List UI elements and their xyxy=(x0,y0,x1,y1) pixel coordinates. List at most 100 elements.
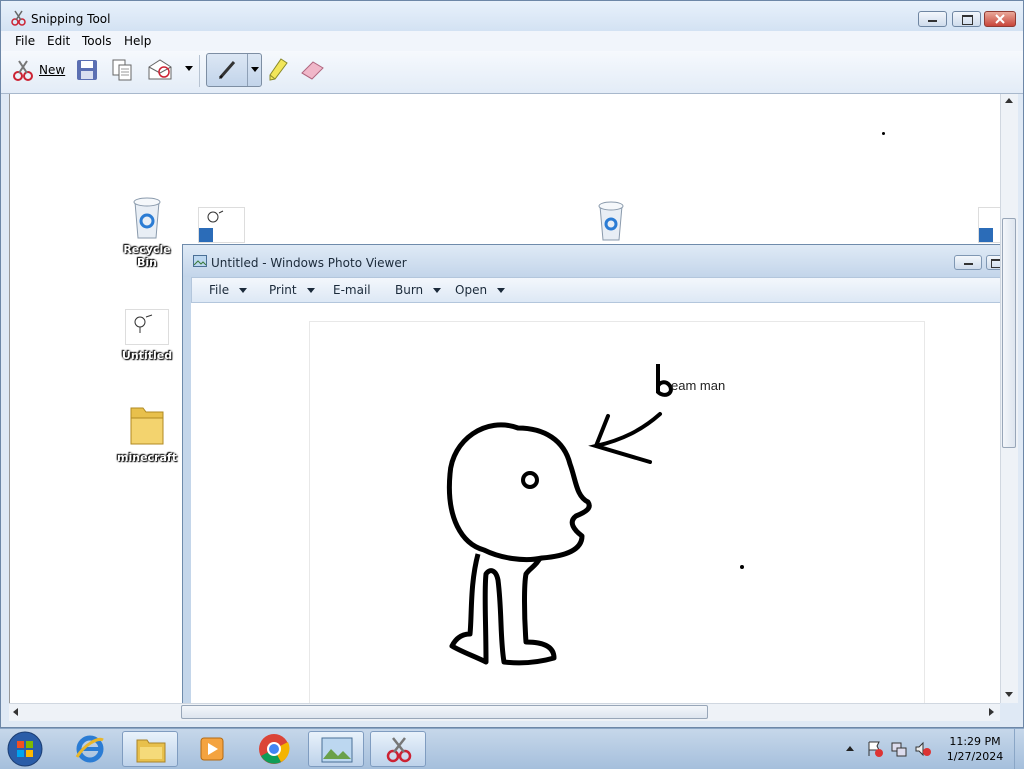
taskbar-internet-explorer[interactable] xyxy=(62,731,118,767)
send-snip-icon[interactable] xyxy=(147,58,173,82)
new-snip-button[interactable]: New xyxy=(11,57,67,83)
pen-dropdown-icon[interactable] xyxy=(251,67,259,72)
photo-viewer-body: eam man xyxy=(191,303,1001,703)
taskbar-media-player[interactable] xyxy=(184,731,240,767)
minimize-icon xyxy=(964,263,973,265)
highlighter-icon[interactable] xyxy=(267,57,289,83)
menu-edit[interactable]: Edit xyxy=(47,34,70,48)
photo-image[interactable]: eam man xyxy=(309,321,925,703)
desktop-icon-untitled[interactable]: Untitled xyxy=(112,309,182,362)
photo-viewer-minimize-button[interactable] xyxy=(954,255,982,270)
minimize-button[interactable] xyxy=(918,11,947,27)
toolbar: New xyxy=(1,51,1023,94)
pv-menu-burn[interactable]: Burn xyxy=(395,283,442,297)
action-center-icon[interactable] xyxy=(866,740,884,758)
window-title: Snipping Tool xyxy=(31,12,111,26)
folder-icon xyxy=(130,407,164,445)
maximize-icon xyxy=(962,15,973,25)
taskbar-photo-viewer[interactable] xyxy=(308,731,364,767)
scroll-up-icon[interactable] xyxy=(1005,98,1013,103)
toolbar-divider xyxy=(199,55,200,87)
taskbar: 11:29 PM 1/27/2024 xyxy=(0,728,1024,769)
desktop-icon-label: minecraft xyxy=(117,451,177,464)
untitled-thumbnail xyxy=(125,309,169,345)
desktop-icon-minecraft[interactable]: minecraft xyxy=(112,404,182,464)
chevron-down-icon xyxy=(306,288,315,293)
taskbar-chrome[interactable] xyxy=(246,731,302,767)
shortcut-thumbnail-right xyxy=(978,207,1001,243)
vertical-scrollbar[interactable] xyxy=(1000,94,1018,703)
pv-menu-open-label: Open xyxy=(455,283,488,297)
minimize-icon xyxy=(928,20,937,22)
show-hidden-icons-button[interactable] xyxy=(846,746,854,751)
pv-menu-email[interactable]: E-mail xyxy=(333,283,371,297)
snip-canvas[interactable]: Recycle Bin Untitled minecraft Untitled … xyxy=(9,94,1001,703)
pen-tool-button[interactable] xyxy=(206,53,262,87)
chevron-down-icon xyxy=(433,288,442,293)
system-clock[interactable]: 11:29 PM 1/27/2024 xyxy=(940,734,1010,764)
vertical-scroll-thumb[interactable] xyxy=(1002,218,1016,448)
pen-icon xyxy=(218,61,236,79)
menu-bar: File Edit Tools Help xyxy=(1,31,1023,51)
new-label: New xyxy=(39,63,66,77)
desktop-icon-label: Recycle Bin xyxy=(123,243,171,269)
volume-muted-icon[interactable] xyxy=(914,740,932,758)
pen-divider xyxy=(247,54,248,86)
copy-icon[interactable] xyxy=(110,58,134,82)
pv-menu-print-label: Print xyxy=(269,283,297,297)
chevron-down-icon xyxy=(497,288,506,293)
menu-file[interactable]: File xyxy=(15,34,35,48)
recycle-bin-icon xyxy=(598,201,624,241)
media-player-icon xyxy=(200,737,224,761)
horizontal-scroll-thumb[interactable] xyxy=(181,705,708,719)
photo-viewer-title: Untitled - Windows Photo Viewer xyxy=(211,256,407,270)
drawing-annotation: eam man xyxy=(671,378,726,393)
photo-viewer-icon xyxy=(321,737,353,763)
shortcut-thumbnail xyxy=(198,207,245,243)
clock-date: 1/27/2024 xyxy=(946,750,1004,763)
chevron-down-icon xyxy=(239,288,248,293)
shortcut-arrow-icon xyxy=(979,228,993,242)
snipping-tool-window: Snipping Tool File Edit Tools Help New R… xyxy=(0,0,1024,728)
photo-viewer-window: Untitled - Windows Photo Viewer File Pri… xyxy=(182,244,1001,703)
stickman-drawing xyxy=(446,364,744,666)
pv-menu-file[interactable]: File xyxy=(209,283,248,297)
show-desktop-button[interactable] xyxy=(1014,729,1024,769)
photo-viewer-menu-bar: File Print E-mail Burn Open xyxy=(191,277,1001,303)
save-icon[interactable] xyxy=(75,58,99,82)
pv-menu-print[interactable]: Print xyxy=(269,283,315,297)
network-icon[interactable] xyxy=(890,740,908,758)
shortcut-arrow-icon xyxy=(199,228,213,242)
menu-help[interactable]: Help xyxy=(124,34,151,48)
photo-viewer-title-bar[interactable]: Untitled - Windows Photo Viewer xyxy=(183,245,1001,277)
pv-menu-burn-label: Burn xyxy=(395,283,424,297)
desktop-icon-label: Untitled xyxy=(121,349,173,362)
maximize-button[interactable] xyxy=(952,11,981,27)
scroll-down-icon[interactable] xyxy=(1005,692,1013,697)
scroll-right-icon[interactable] xyxy=(989,708,994,716)
horizontal-scrollbar[interactable] xyxy=(9,703,1000,721)
pv-menu-open[interactable]: Open xyxy=(455,283,506,297)
close-button[interactable] xyxy=(984,11,1016,27)
stickman-thumbnail-icon xyxy=(134,314,153,333)
clock-time: 11:29 PM xyxy=(949,735,1001,748)
close-icon xyxy=(995,14,1005,24)
internet-explorer-icon xyxy=(75,735,104,763)
send-snip-dropdown-icon[interactable] xyxy=(185,66,193,71)
scissors-icon xyxy=(13,60,33,81)
start-button[interactable] xyxy=(6,731,44,767)
scissors-icon xyxy=(386,737,412,763)
taskbar-snipping-tool[interactable] xyxy=(370,731,426,767)
photo-viewer-maximize-button[interactable] xyxy=(986,255,1001,270)
menu-tools[interactable]: Tools xyxy=(82,34,112,48)
scissors-icon xyxy=(11,10,26,26)
scroll-left-icon[interactable] xyxy=(13,708,18,716)
stickman-thumbnail-icon xyxy=(207,210,224,223)
eraser-icon[interactable] xyxy=(298,59,326,81)
photo-viewer-icon xyxy=(193,255,207,267)
taskbar-file-explorer[interactable] xyxy=(122,731,178,767)
title-bar[interactable]: Snipping Tool xyxy=(1,1,1023,31)
recycle-bin-icon xyxy=(133,197,161,239)
desktop-icon-recycle-bin[interactable]: Recycle Bin xyxy=(112,194,182,269)
folder-icon xyxy=(136,739,166,763)
